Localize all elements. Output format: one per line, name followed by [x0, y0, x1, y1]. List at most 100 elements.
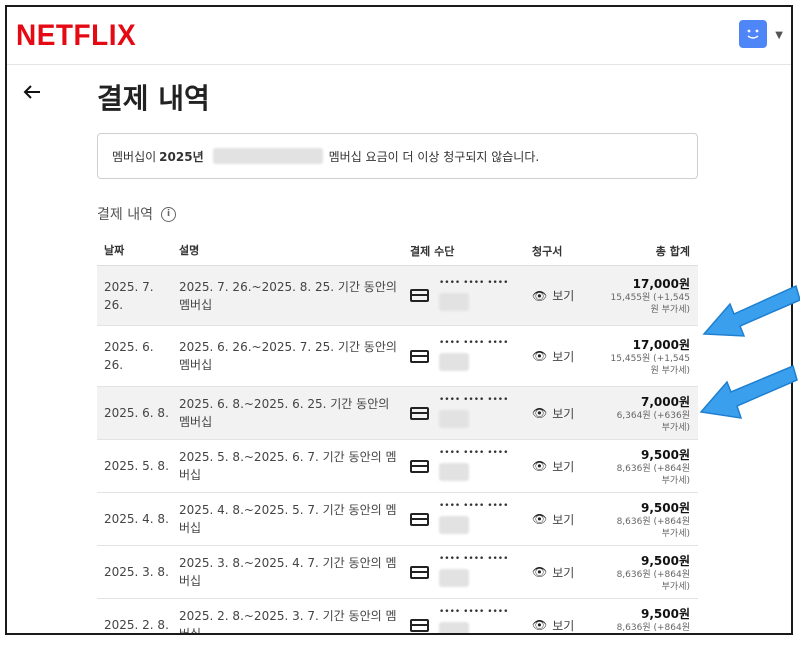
table-row: 2025. 6. 8. 2025. 6. 8.~2025. 6. 25. 기간 …: [97, 387, 698, 440]
header-description: 설명: [179, 244, 200, 257]
eye-icon: 👁: [532, 406, 548, 420]
blue-pointer-arrow-icon: [702, 284, 800, 337]
payment-method-cell: •••• •••• ••••: [403, 394, 528, 432]
total-amount: 9,500원: [641, 553, 690, 568]
payment-method-cell: •••• •••• ••••: [403, 500, 528, 538]
card-number-masked: •••• •••• ••••: [439, 447, 508, 485]
view-invoice-link[interactable]: 👁 보기: [528, 348, 608, 365]
redacted-card-digits: [439, 410, 469, 428]
invoice-label: 보기: [552, 618, 575, 633]
payment-method-cell: •••• •••• ••••: [403, 553, 528, 591]
card-number-masked: •••• •••• ••••: [439, 553, 508, 591]
row-description: 2025. 4. 8.~2025. 5. 7. 기간 동안의 멤버십: [179, 503, 397, 535]
total-amount: 9,500원: [641, 606, 690, 621]
credit-card-icon: [410, 406, 429, 420]
credit-card-icon: [410, 349, 429, 363]
redacted-card-digits: [439, 292, 469, 311]
invoice-label: 보기: [552, 289, 575, 303]
top-navigation-bar: NETFLIX ▼: [7, 7, 791, 65]
redacted-date: [212, 148, 323, 164]
card-number-masked: •••• •••• ••••: [439, 277, 508, 315]
tax-breakdown: 15,455원 (+1,545원 부가세): [610, 293, 690, 315]
netflix-logo[interactable]: NETFLIX: [16, 19, 136, 53]
credit-card-icon: [410, 289, 429, 302]
view-invoice-link[interactable]: 👁 보기: [528, 287, 608, 304]
row-total: 9,500원 8,636원 (+864원 부가세): [608, 605, 698, 634]
table-header: 날짜 설명 결제 수단 청구서 총 합계: [97, 237, 698, 266]
table-row: 2025. 7. 26. 2025. 7. 26.~2025. 8. 25. 기…: [97, 266, 698, 326]
credit-card-icon: [410, 565, 429, 579]
tax-breakdown: 15,455원 (+1,545원 부가세): [610, 353, 690, 376]
table-row: 2025. 4. 8. 2025. 4. 8.~2025. 5. 7. 기간 동…: [97, 493, 698, 546]
view-invoice-link[interactable]: 👁 보기: [528, 511, 608, 528]
eye-icon: 👁: [532, 512, 548, 526]
total-amount: 17,000원: [632, 337, 690, 352]
header-invoice: 청구서: [532, 245, 563, 258]
row-date: 2025. 4. 8.: [104, 512, 169, 526]
total-amount: 7,000원: [641, 394, 690, 409]
membership-notice: 멤버십이 2025년 멤버십 요금이 더 이상 청구되지 않습니다.: [97, 133, 698, 179]
browser-frame: NETFLIX ▼ 결제 내역 멤버십이 2025년 멤버십 요금이 더 이상 …: [5, 5, 793, 635]
card-number-masked: •••• •••• ••••: [439, 394, 508, 432]
total-amount: 9,500원: [641, 447, 690, 462]
row-total: 9,500원 8,636원 (+864원 부가세): [608, 552, 698, 593]
notice-year: 2025년: [159, 149, 204, 164]
credit-card-icon: [410, 618, 429, 632]
credit-card-icon: [410, 512, 429, 526]
eye-icon: 👁: [532, 288, 548, 303]
table-row: 2025. 3. 8. 2025. 3. 8.~2025. 4. 7. 기간 동…: [97, 546, 698, 599]
total-amount: 17,000원: [632, 277, 690, 291]
page-title: 결제 내역: [97, 82, 210, 115]
view-invoice-link[interactable]: 👁 보기: [528, 564, 608, 581]
invoice-label: 보기: [552, 406, 575, 421]
row-description: 2025. 2. 8.~2025. 3. 7. 기간 동안의 멤버십: [179, 609, 397, 635]
view-invoice-link[interactable]: 👁 보기: [528, 405, 608, 422]
section-heading: 결제 내역 i: [97, 204, 176, 224]
card-number-masked: •••• •••• ••••: [439, 606, 508, 633]
profile-avatar[interactable]: [739, 20, 767, 48]
redacted-card-digits: [439, 516, 469, 534]
blue-pointer-arrow-icon: [699, 364, 798, 419]
table-row: 2025. 5. 8. 2025. 5. 8.~2025. 6. 7. 기간 동…: [97, 440, 698, 493]
row-date: 2025. 3. 8.: [104, 565, 169, 579]
info-icon[interactable]: i: [160, 206, 176, 222]
eye-icon: 👁: [532, 565, 548, 579]
credit-card-icon: [410, 459, 429, 473]
redacted-card-digits: [439, 569, 469, 587]
view-invoice-link[interactable]: 👁 보기: [528, 617, 608, 634]
view-invoice-link[interactable]: 👁 보기: [528, 458, 608, 475]
payment-method-cell: •••• •••• ••••: [403, 337, 528, 375]
redacted-card-digits: [439, 622, 469, 633]
row-date: 2025. 6. 8.: [104, 406, 169, 420]
row-date: 2025. 2. 8.: [104, 618, 169, 632]
table-row: 2025. 2. 8. 2025. 2. 8.~2025. 3. 7. 기간 동…: [97, 599, 698, 635]
tax-breakdown: 8,636원 (+864원 부가세): [616, 516, 690, 539]
header-date: 날짜: [104, 244, 125, 257]
redacted-card-digits: [439, 353, 469, 371]
card-number-masked: •••• •••• ••••: [439, 500, 508, 538]
total-amount: 9,500원: [641, 500, 690, 515]
table-row: 2025. 6. 26. 2025. 6. 26.~2025. 7. 25. 기…: [97, 326, 698, 387]
tax-breakdown: 8,636원 (+864원 부가세): [616, 463, 690, 486]
back-arrow-icon[interactable]: [23, 81, 41, 106]
eye-icon: 👁: [532, 618, 548, 632]
invoice-label: 보기: [552, 512, 575, 527]
header-payment-method: 결제 수단: [410, 245, 455, 258]
invoice-label: 보기: [552, 459, 575, 474]
caret-down-icon[interactable]: ▼: [775, 30, 783, 41]
row-total: 17,000원 15,455원 (+1,545원 부가세): [608, 275, 698, 316]
row-total: 7,000원 6,364원 (+636원 부가세): [608, 393, 698, 434]
card-number-masked: •••• •••• ••••: [439, 337, 508, 375]
row-total: 17,000원 15,455원 (+1,545원 부가세): [608, 336, 698, 377]
row-date: 2025. 6. 26.: [104, 340, 154, 372]
row-description: 2025. 3. 8.~2025. 4. 7. 기간 동안의 멤버십: [179, 556, 397, 588]
tax-breakdown: 8,636원 (+864원 부가세): [616, 622, 690, 633]
row-description: 2025. 6. 26.~2025. 7. 25. 기간 동안의 멤버십: [179, 340, 397, 372]
payment-method-cell: •••• •••• ••••: [403, 606, 528, 633]
notice-prefix: 멤버십이: [112, 149, 157, 164]
smiley-face-icon: [747, 29, 759, 39]
tax-breakdown: 8,636원 (+864원 부가세): [616, 569, 690, 592]
notice-suffix: 멤버십 요금이 더 이상 청구되지 않습니다.: [328, 149, 540, 164]
row-date: 2025. 5. 8.: [104, 459, 169, 473]
payment-history-table: 날짜 설명 결제 수단 청구서 총 합계 2025. 7. 26. 2025. …: [97, 237, 698, 635]
